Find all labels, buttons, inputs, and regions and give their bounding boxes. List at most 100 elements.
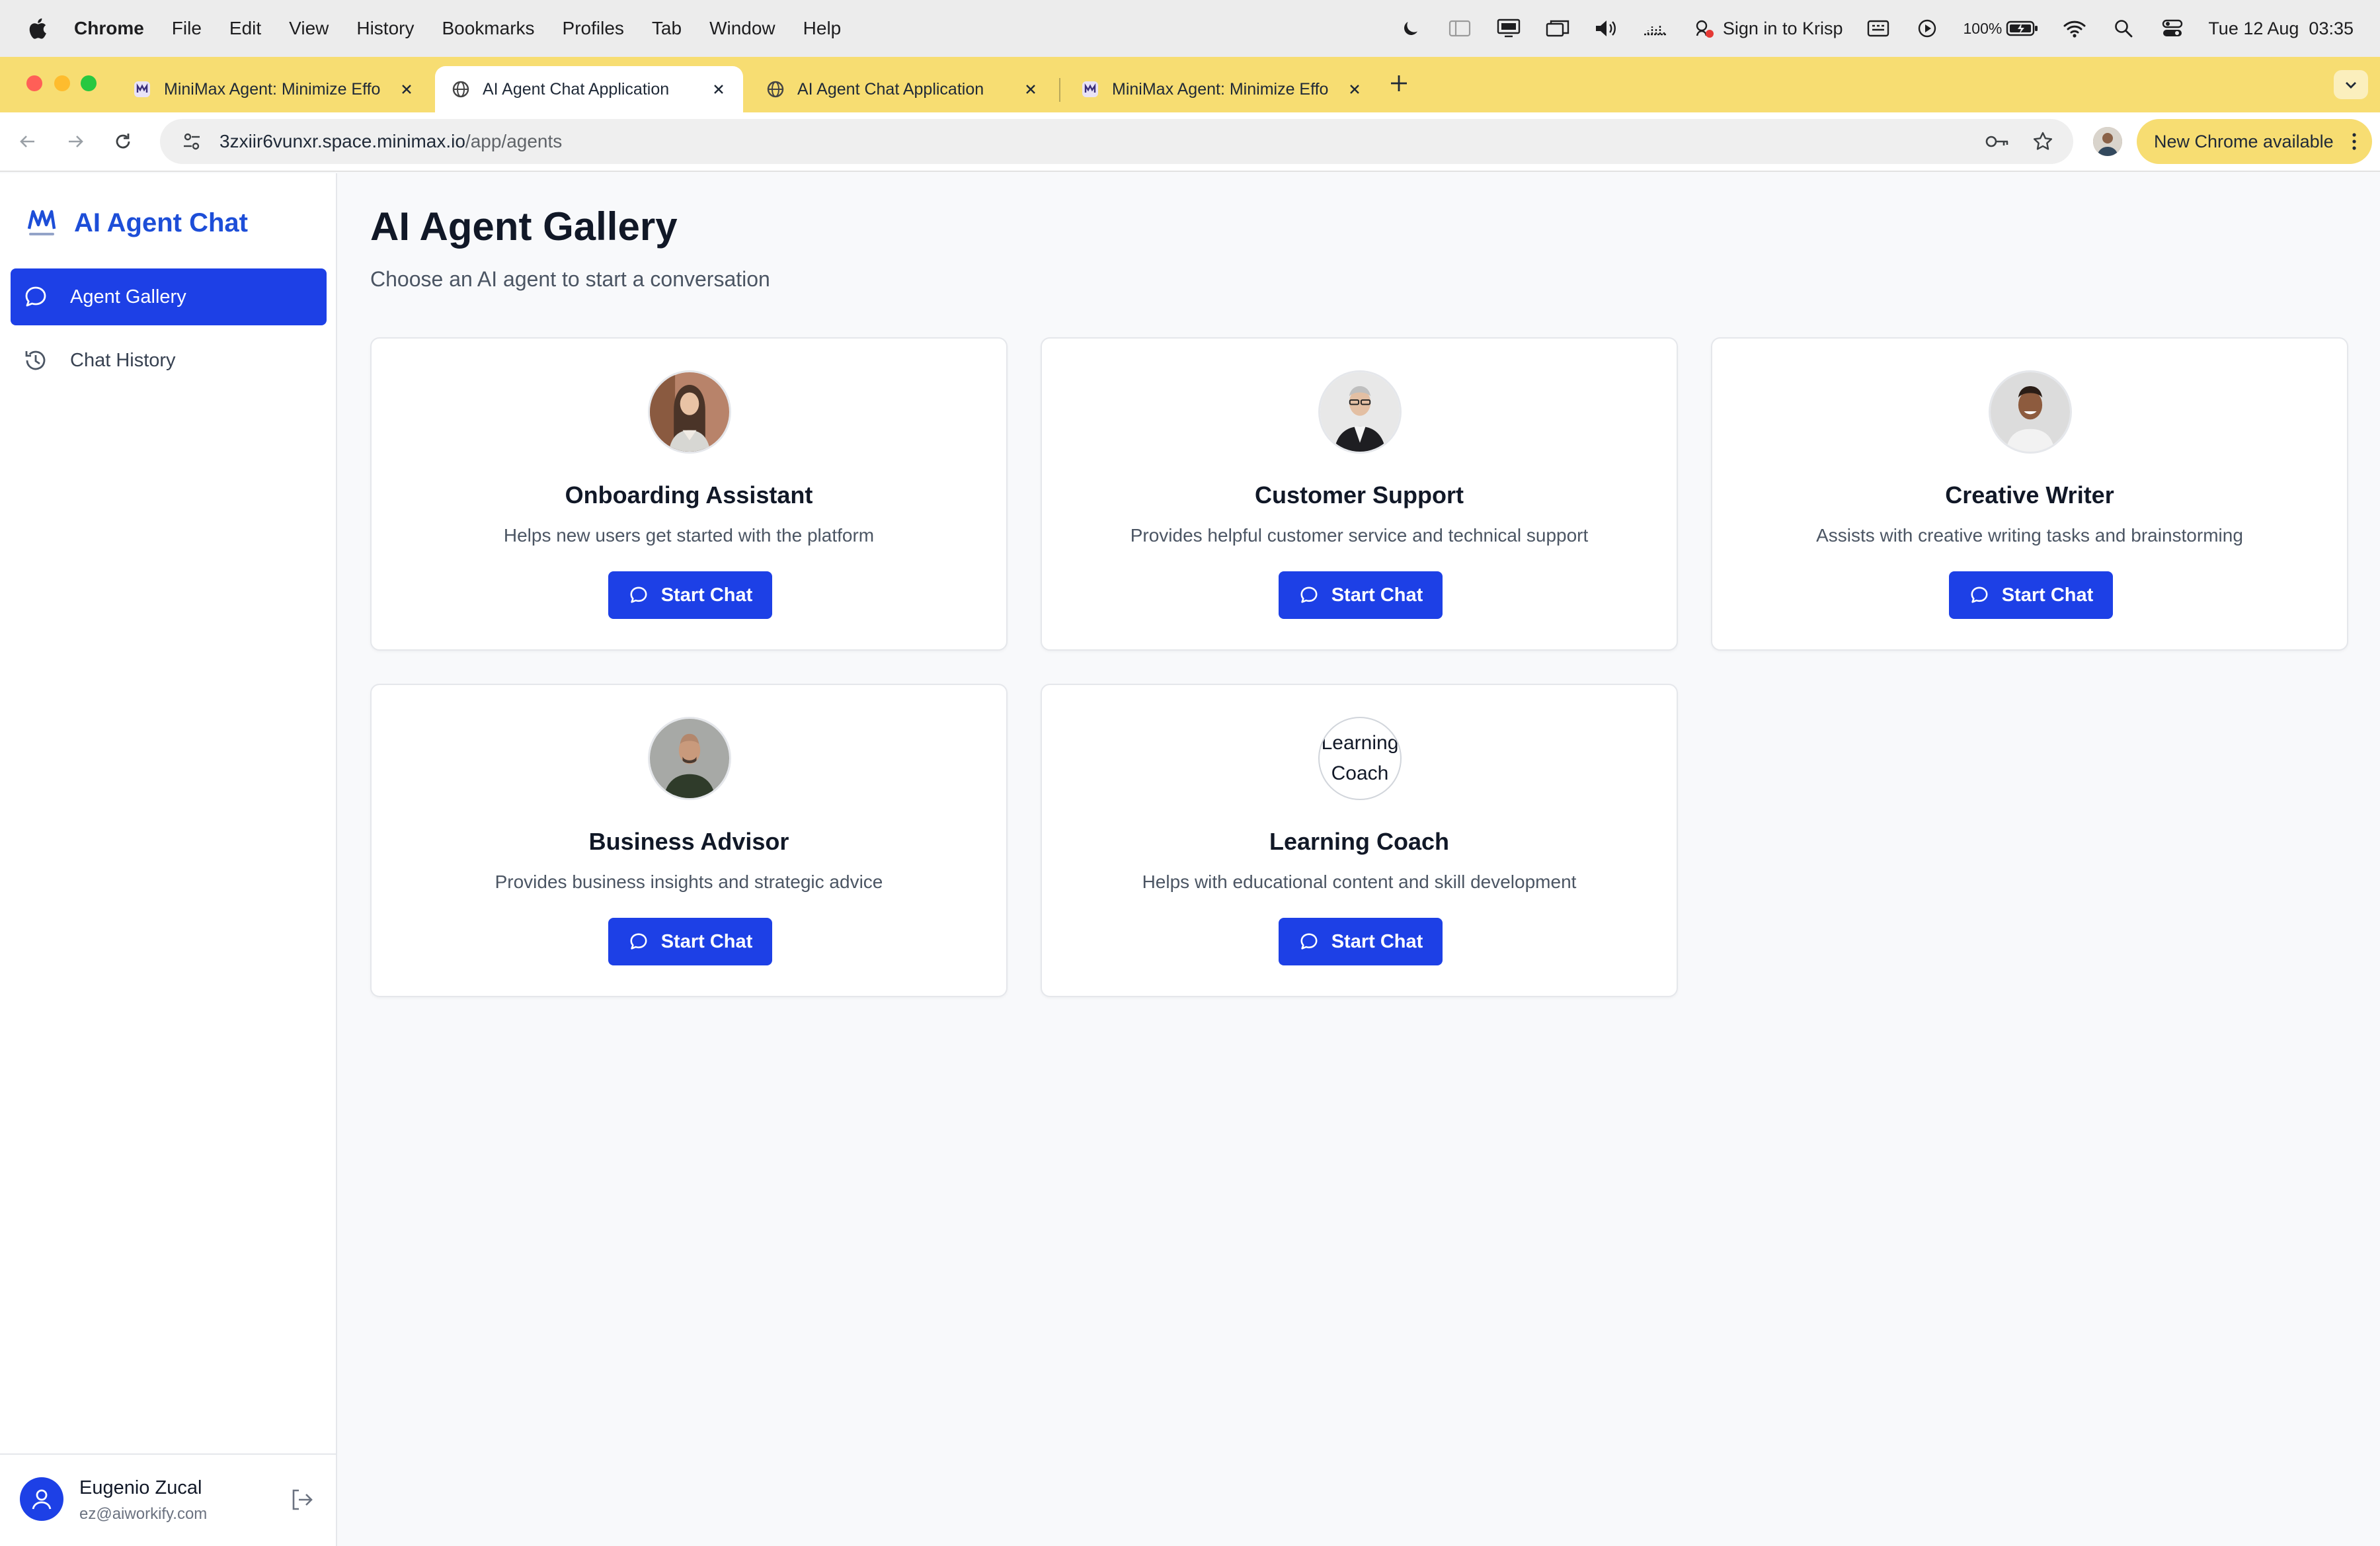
menu-window[interactable]: Window	[709, 18, 775, 39]
tab-close-icon[interactable]	[710, 81, 727, 98]
minimax-favicon-icon	[1082, 81, 1098, 97]
chat-bubble-icon	[25, 286, 46, 307]
agent-description: Helps with educational content and skill…	[1142, 872, 1577, 892]
agent-description: Assists with creative writing tasks and …	[1816, 525, 2243, 546]
tab-title: MiniMax Agent: Minimize Effo	[164, 79, 381, 99]
user-icon	[32, 1489, 52, 1510]
macos-menu-bar: Chrome File Edit View History Bookmarks …	[0, 0, 2380, 57]
agent-description: Provides business insights and strategic…	[495, 872, 883, 892]
chat-bubble-icon	[630, 933, 647, 950]
chevron-down-icon	[2346, 82, 2356, 89]
globe-favicon-icon	[767, 81, 784, 98]
moon-icon[interactable]	[1398, 17, 1424, 40]
app-brand[interactable]: AI Agent Chat	[25, 206, 248, 239]
menu-file[interactable]: File	[172, 18, 202, 39]
chat-bubble-icon	[630, 587, 647, 603]
start-chat-label: Start Chat	[1331, 584, 1423, 606]
bookmark-star-icon[interactable]	[2032, 131, 2053, 152]
sidebar-item-agent-gallery[interactable]: Agent Gallery	[11, 268, 327, 325]
aiworkify-logo-icon	[27, 210, 56, 235]
start-chat-button[interactable]: Start Chat	[1279, 571, 1443, 619]
window-minimize-button[interactable]	[54, 75, 70, 91]
site-settings-icon[interactable]	[180, 130, 204, 153]
arrow-right-icon	[69, 136, 83, 147]
new-chrome-available-button[interactable]: New Chrome available	[2137, 119, 2372, 164]
new-tab-plus-icon[interactable]	[1387, 71, 1411, 95]
logout-icon[interactable]	[288, 1486, 315, 1513]
wifi-icon[interactable]	[2061, 17, 2088, 40]
url-path: /app/agents	[465, 131, 563, 151]
reload-icon	[116, 134, 130, 149]
menu-bookmarks[interactable]: Bookmarks	[442, 18, 534, 39]
agent-avatar-broken-image: Learning Coach	[1318, 717, 1402, 800]
sidebar-item-chat-history[interactable]: Chat History	[11, 332, 327, 389]
krisp-sign-in[interactable]: Sign in to Krisp	[1723, 19, 1843, 39]
input-source-icon[interactable]	[1865, 17, 1891, 40]
battery-icon[interactable]	[2006, 17, 2039, 40]
tab-ai-agent-chat-active[interactable]: AI Agent Chat Application	[435, 66, 743, 112]
clock[interactable]: Tue 12 Aug 03:35	[2208, 19, 2354, 39]
user-profile-section: Eugenio Zucal ez@aiworkify.com	[0, 1453, 336, 1546]
profile-avatar[interactable]	[2093, 127, 2122, 156]
tab-close-icon[interactable]	[398, 81, 415, 98]
play-icon[interactable]	[1914, 17, 1940, 40]
menu-view[interactable]: View	[289, 18, 329, 39]
start-chat-button[interactable]: Start Chat	[1279, 918, 1443, 965]
menu-tab[interactable]: Tab	[652, 18, 682, 39]
menu-history[interactable]: History	[356, 18, 414, 39]
window-close-button[interactable]	[26, 75, 42, 91]
minimax-favicon-icon	[134, 81, 150, 97]
forward-button[interactable]	[61, 127, 90, 156]
start-chat-button[interactable]: Start Chat	[1949, 571, 2113, 619]
app-title: AI Agent Chat	[74, 208, 248, 237]
chat-bubble-icon	[1300, 933, 1318, 950]
agent-avatar	[1989, 370, 2072, 454]
tab-ai-agent-chat[interactable]: AI Agent Chat Application	[750, 66, 1055, 112]
windows-icon[interactable]	[1544, 17, 1571, 40]
sidebar-item-label: Chat History	[70, 349, 176, 371]
address-bar[interactable]: 3zxiir6vunxr.space.minimax.io/app/agents	[160, 119, 2073, 164]
user-name: Eugenio Zucal	[79, 1477, 202, 1498]
start-chat-button[interactable]: Start Chat	[608, 918, 772, 965]
reload-button[interactable]	[108, 127, 138, 156]
page-subtitle: Choose an AI agent to start a conversati…	[370, 267, 770, 291]
globe-favicon-icon	[452, 81, 469, 98]
tab-title: AI Agent Chat Application	[797, 79, 984, 99]
window-zoom-button[interactable]	[81, 75, 97, 91]
back-button[interactable]	[13, 127, 42, 156]
spotlight-search-icon[interactable]	[2110, 17, 2137, 40]
krisp-icon[interactable]	[1691, 17, 1718, 40]
tab-close-icon[interactable]	[1022, 81, 1039, 98]
sidebar-toggle-icon[interactable]	[1447, 17, 1473, 40]
menu-edit[interactable]: Edit	[229, 18, 261, 39]
agent-avatar	[1318, 370, 1402, 454]
update-label: New Chrome available	[2154, 131, 2334, 151]
menu-profiles[interactable]: Profiles	[563, 18, 624, 39]
main-content: AI Agent Gallery Choose an AI agent to s…	[338, 173, 2380, 1546]
start-chat-button[interactable]: Start Chat	[608, 571, 772, 619]
arrow-left-icon	[20, 136, 34, 147]
key-icon[interactable]	[1985, 132, 2010, 151]
display-icon[interactable]	[1495, 17, 1522, 40]
control-center-icon[interactable]	[2159, 17, 2186, 40]
menu-help[interactable]: Help	[803, 18, 842, 39]
url-host: 3zxiir6vunxr.space.minimax.io	[219, 131, 465, 151]
volume-icon[interactable]	[1593, 17, 1620, 40]
agent-avatar	[648, 717, 731, 800]
agent-name: Business Advisor	[588, 828, 789, 855]
agent-name: Creative Writer	[1945, 481, 2114, 509]
krisp-wave-icon[interactable]	[1642, 17, 1669, 40]
tab-search-button[interactable]	[2334, 70, 2368, 99]
menu-app-chrome[interactable]: Chrome	[74, 18, 144, 39]
start-chat-label: Start Chat	[660, 584, 753, 606]
agent-name: Learning Coach	[1269, 828, 1450, 855]
apple-logo-icon[interactable]	[26, 17, 48, 40]
agent-description: Helps new users get started with the pla…	[503, 525, 875, 546]
user-avatar[interactable]	[20, 1477, 63, 1521]
avatar-alt-text: Learning	[1321, 732, 1399, 754]
tab-minimax-2[interactable]: MiniMax Agent: Minimize Effo	[1064, 66, 1379, 112]
tab-minimax-1[interactable]: MiniMax Agent: Minimize Effo	[116, 66, 431, 112]
tab-close-icon[interactable]	[1346, 81, 1363, 98]
agent-name: Onboarding Assistant	[565, 481, 813, 509]
agent-name: Customer Support	[1254, 481, 1464, 509]
